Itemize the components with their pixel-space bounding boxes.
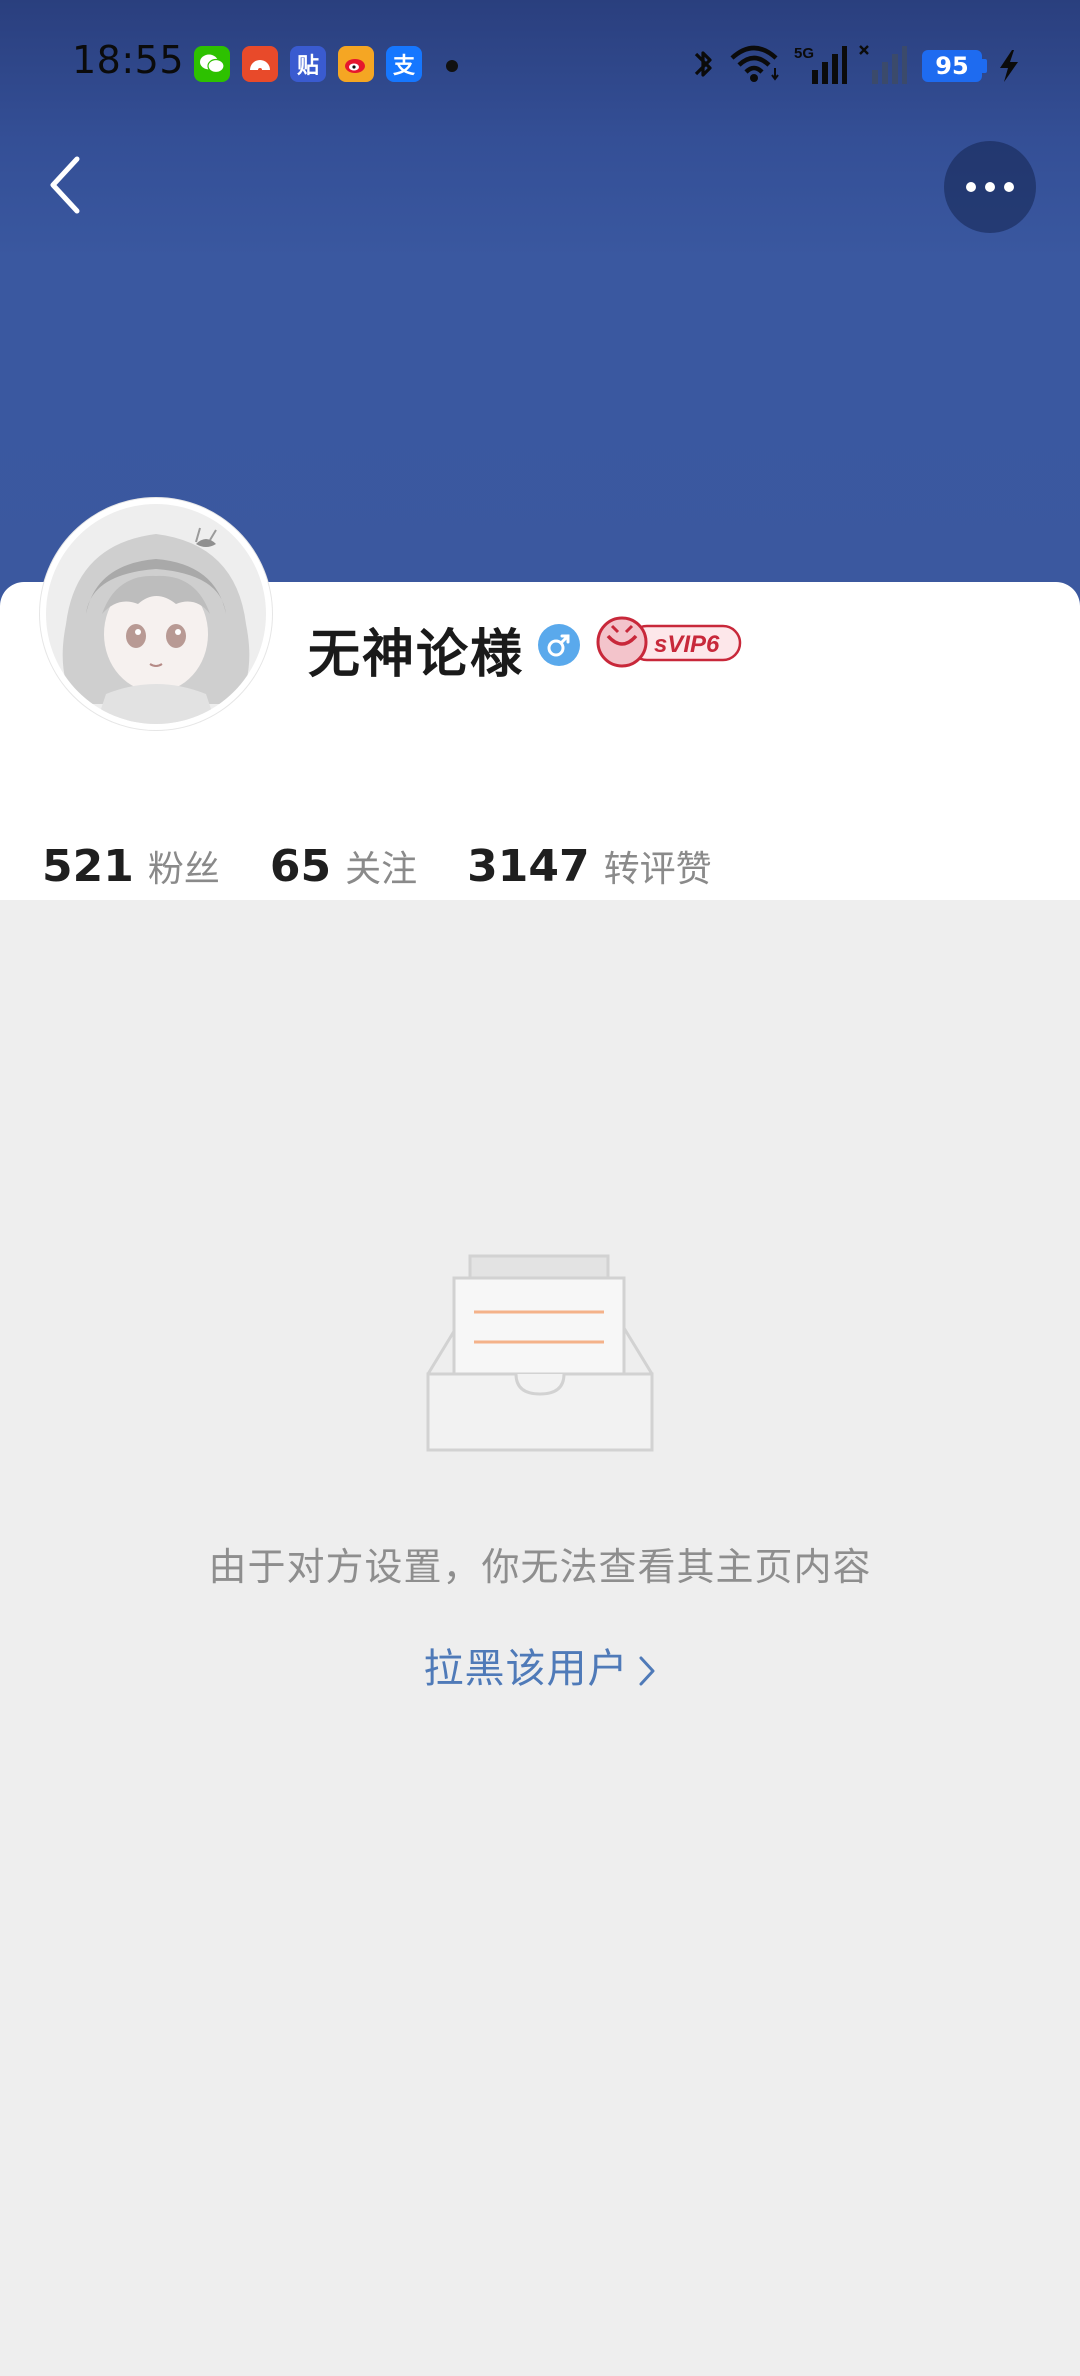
more-dot-icon — [985, 182, 995, 192]
chevron-left-icon — [50, 156, 80, 214]
more-options-button[interactable] — [944, 141, 1036, 233]
empty-inbox-icon — [426, 1254, 654, 1452]
male-gender-icon — [538, 624, 580, 666]
private-profile-message: 由于对方设置，你无法查看其主页内容 — [208, 1545, 872, 1589]
block-user-label: 拉黑该用户 — [423, 1646, 629, 1692]
block-user-link[interactable]: 拉黑该用户 — [0, 1636, 1080, 1694]
wifi-icon — [730, 45, 779, 82]
profile-stats: 521 粉丝 65 关注 3147 转评赞 — [42, 840, 762, 900]
following-count[interactable]: 65 — [270, 841, 331, 892]
tieba-icon: 贴 — [290, 46, 326, 82]
interactions-count: 3147 — [467, 841, 590, 892]
svip-label: sVIP6 — [654, 631, 720, 658]
more-dot-icon — [966, 182, 976, 192]
username: 无神论様 — [308, 625, 525, 685]
status-time: 18:55 — [72, 38, 185, 82]
cellular-signal-sim2-icon — [859, 45, 907, 84]
avatar[interactable] — [40, 498, 272, 730]
news-app-icon — [242, 46, 278, 82]
following-label[interactable]: 关注 — [345, 840, 417, 892]
charging-icon — [1000, 50, 1018, 82]
svip-badge[interactable]: sVIP6 — [594, 612, 744, 672]
followers-label[interactable]: 粉丝 — [148, 840, 220, 892]
interactions-label: 转评赞 — [603, 849, 712, 890]
alipay-icon: 支 — [386, 46, 422, 82]
weibo-icon — [338, 46, 374, 82]
bluetooth-icon — [694, 51, 712, 77]
battery-tip — [982, 59, 987, 73]
battery-indicator: 95 — [922, 50, 982, 82]
wechat-icon — [194, 46, 230, 82]
cellular-signal-icon: 5G — [794, 45, 847, 84]
more-dot-icon — [1004, 182, 1014, 192]
status-bar: 18:55 贴 支 5G 95 — [0, 30, 1080, 100]
more-notifications-dot — [446, 60, 458, 72]
chevron-right-icon — [639, 1656, 654, 1686]
network-type-label: 5G — [794, 45, 814, 62]
followers-count[interactable]: 521 — [42, 841, 134, 892]
avatar-image — [46, 504, 266, 724]
back-button[interactable] — [30, 150, 100, 220]
profile-screen: 18:55 贴 支 5G 95 无神论様 sVIP6 521 粉丝 65 关注 … — [0, 0, 1080, 2376]
